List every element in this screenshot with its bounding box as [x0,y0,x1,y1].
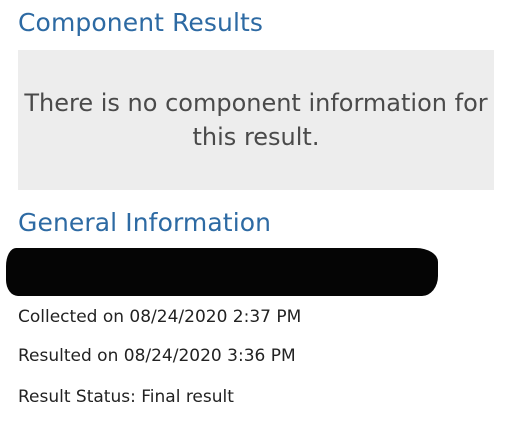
collected-date: Collected on 08/24/2020 2:37 PM [18,307,302,327]
component-results-heading: Component Results [18,8,264,37]
general-information-heading: General Information [18,208,272,237]
component-results-empty-state: There is no component information for th… [18,50,494,190]
resulted-date: Resulted on 08/24/2020 3:36 PM [18,346,296,366]
result-details-page: Component Results There is no component … [0,0,512,430]
result-status: Result Status: Final result [18,387,234,407]
redaction-mark [6,248,438,296]
